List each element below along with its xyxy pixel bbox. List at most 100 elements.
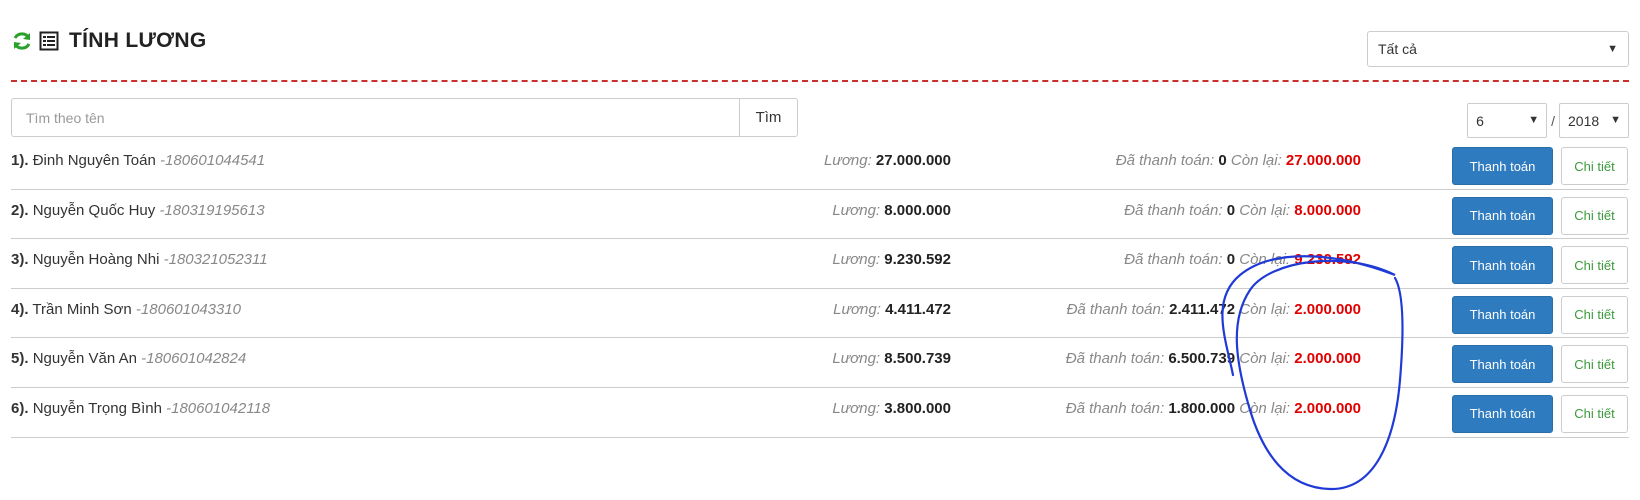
salary-label: Lương: [833, 300, 881, 318]
payment-status-cell: Đã thanh toán: 2.411.472 Còn lại: 2.000.… [1001, 301, 1361, 318]
employee-name-cell: 4). Trần Minh Sơn -180601043310 [11, 301, 241, 318]
salary-value: 8.500.739 [884, 350, 951, 368]
salary-value: 3.800.000 [884, 399, 951, 417]
employee-name: Nguyễn Trọng Bình [32, 399, 162, 417]
remaining-value: 2.000.000 [1294, 300, 1361, 318]
paid-value: 2.411.472 [1169, 300, 1236, 318]
paid-label: Đã thanh toán: [1065, 350, 1165, 368]
salary-value: 8.000.000 [884, 201, 951, 219]
salary-value: 27.000.000 [875, 152, 951, 169]
list-item: 3). Nguyễn Hoàng Nhi -180321052311 Lương… [11, 239, 1629, 289]
year-value: 2018 [1568, 112, 1600, 129]
remaining-value: 2.000.000 [1294, 350, 1361, 368]
employee-name: Nguyễn Quốc Huy [32, 201, 156, 219]
employee-name: Đinh Nguyên Toán [32, 152, 156, 169]
remaining-label: Còn lại: [1239, 350, 1291, 368]
pay-button[interactable]: Thanh toán [1452, 345, 1553, 384]
employee-name-cell: 6). Nguyễn Trọng Bình -180601042118 [11, 400, 270, 417]
remaining-label: Còn lại: [1239, 300, 1291, 318]
pay-button[interactable]: Thanh toán [1452, 196, 1553, 235]
employee-name-cell: 1). Đinh Nguyên Toán -180601044541 [11, 152, 265, 169]
payment-status-cell: Đã thanh toán: 0 Còn lại: 9.230.592 [1001, 251, 1361, 268]
paid-label: Đã thanh toán: [1124, 201, 1223, 219]
salary-cell: Lương: 8.000.000 [801, 202, 951, 219]
payment-status-cell: Đã thanh toán: 0 Còn lại: 27.000.000 [1001, 152, 1361, 169]
page-title: TÍNH LƯƠNG [69, 29, 207, 52]
salary-cell: Lương: 27.000.000 [801, 152, 951, 169]
divider [11, 80, 1629, 82]
paid-value: 6.500.739 [1168, 350, 1236, 368]
pay-button[interactable]: Thanh toán [1452, 246, 1553, 285]
chevron-down-icon: ▼ [1610, 114, 1621, 126]
refresh-icon[interactable] [11, 30, 33, 52]
page-header: TÍNH LƯƠNG Tất cả ▼ [11, 25, 1629, 67]
remaining-label: Còn lại: [1230, 152, 1282, 169]
detail-button[interactable]: Chi tiết [1561, 394, 1628, 433]
payment-status-cell: Đã thanh toán: 0 Còn lại: 8.000.000 [1001, 202, 1361, 219]
detail-button[interactable]: Chi tiết [1561, 345, 1628, 384]
list-icon [39, 31, 59, 51]
salary-label: Lương: [832, 399, 881, 417]
pay-button[interactable]: Thanh toán [1452, 295, 1553, 334]
employee-name: Trần Minh Sơn [32, 300, 132, 318]
row-index: 5). [11, 350, 29, 368]
detail-button[interactable]: Chi tiết [1561, 246, 1628, 285]
pay-button[interactable]: Thanh toán [1452, 147, 1553, 185]
paid-label: Đã thanh toán: [1124, 251, 1223, 269]
detail-button[interactable]: Chi tiết [1561, 147, 1628, 185]
row-index: 1). [11, 152, 29, 169]
pay-button[interactable]: Thanh toán [1452, 394, 1553, 433]
employee-name: Nguyễn Văn An [32, 350, 137, 368]
title-group: TÍNH LƯƠNG [11, 29, 207, 53]
employee-code: -180321052311 [163, 251, 268, 269]
salary-cell: Lương: 3.800.000 [801, 400, 951, 417]
salary-cell: Lương: 8.500.739 [801, 350, 951, 367]
remaining-label: Còn lại: [1239, 201, 1291, 219]
period-separator: / [1551, 112, 1555, 129]
detail-button[interactable]: Chi tiết [1561, 196, 1628, 235]
search-group: Tìm theo tên Tìm [11, 98, 798, 137]
salary-cell: Lương: 9.230.592 [801, 251, 951, 268]
salary-label: Lương: [832, 251, 881, 269]
detail-button[interactable]: Chi tiết [1561, 295, 1628, 334]
paid-label: Đã thanh toán: [1066, 300, 1165, 318]
row-index: 2). [11, 201, 29, 219]
row-index: 4). [11, 300, 29, 318]
search-input[interactable]: Tìm theo tên [11, 98, 739, 137]
status-filter-select[interactable]: Tất cả ▼ [1367, 31, 1629, 67]
salary-label: Lương: [832, 201, 881, 219]
employee-name: Nguyễn Hoàng Nhi [32, 251, 160, 269]
salary-cell: Lương: 4.411.472 [801, 301, 951, 318]
remaining-label: Còn lại: [1239, 399, 1291, 417]
employee-code: -180319195613 [159, 201, 265, 219]
remaining-value: 2.000.000 [1294, 399, 1361, 417]
employee-code: -180601043310 [135, 300, 242, 318]
list-item: 4). Trần Minh Sơn -180601043310 Lương: 4… [11, 289, 1629, 339]
salary-label: Lương: [823, 152, 872, 169]
remaining-value: 9.230.592 [1294, 251, 1361, 269]
payment-status-cell: Đã thanh toán: 1.800.000 Còn lại: 2.000.… [1001, 400, 1361, 417]
list-item: 2). Nguyễn Quốc Huy -180319195613 Lương:… [11, 190, 1629, 240]
year-select[interactable]: 2018 ▼ [1559, 103, 1629, 138]
employee-code: -180601044541 [160, 152, 266, 169]
chevron-down-icon: ▼ [1528, 114, 1540, 126]
payment-status-cell: Đã thanh toán: 6.500.739 Còn lại: 2.000.… [1001, 350, 1361, 367]
paid-value: 1.800.000 [1168, 399, 1236, 417]
paid-label: Đã thanh toán: [1065, 399, 1165, 417]
search-button[interactable]: Tìm [739, 98, 798, 137]
list-item: 5). Nguyễn Văn An -180601042824 Lương: 8… [11, 338, 1629, 388]
month-select[interactable]: 6 ▼ [1467, 103, 1548, 138]
status-filter-value: Tất cả [1378, 41, 1417, 57]
row-index: 6). [11, 399, 29, 417]
paid-label: Đã thanh toán: [1115, 152, 1215, 169]
paid-value: 0 [1226, 201, 1236, 219]
employee-name-cell: 3). Nguyễn Hoàng Nhi -180321052311 [11, 251, 268, 268]
employee-name-cell: 5). Nguyễn Văn An -180601042824 [11, 350, 246, 367]
list-item: 6). Nguyễn Trọng Bình -180601042118 Lươn… [11, 388, 1629, 438]
chevron-down-icon: ▼ [1607, 43, 1618, 55]
salary-label: Lương: [832, 350, 881, 368]
employee-name-cell: 2). Nguyễn Quốc Huy -180319195613 [11, 202, 265, 219]
salary-value: 9.230.592 [884, 251, 951, 269]
list-item: 1). Đinh Nguyên Toán -180601044541 Lương… [11, 140, 1629, 190]
employee-code: -180601042824 [141, 350, 247, 368]
